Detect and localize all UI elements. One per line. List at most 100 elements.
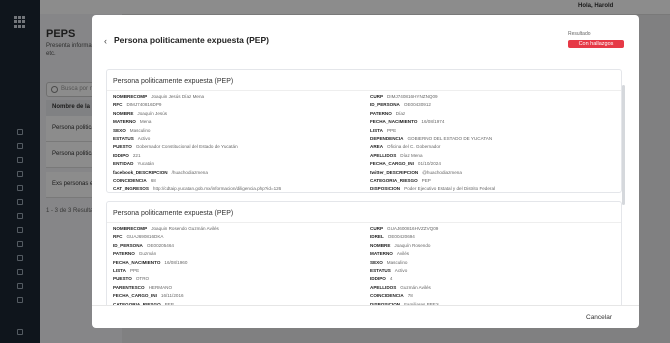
cancel-button[interactable]: Cancelar bbox=[586, 314, 612, 321]
field-row: PUESTO Gobernador Constitucional del Esta… bbox=[113, 144, 238, 150]
field-row: facebook_DESCRIPCION/huachodiazmena bbox=[113, 170, 208, 176]
field-key: FECHA_CARGO_INI bbox=[370, 161, 414, 167]
field-key: RFC bbox=[113, 102, 123, 108]
field-key: CATEGORIA_RIESGO bbox=[370, 178, 418, 183]
field-value: Oficina del C. Gobernador bbox=[387, 144, 441, 150]
field-value: Joaquín Jesús bbox=[137, 110, 168, 116]
field-key: APELLIDOS bbox=[370, 152, 397, 158]
field-row: FECHA_CARGO_INI 01/10/2024 bbox=[370, 161, 441, 167]
field-row: DISPOSICION Poder Ejecutivo Estatal y del… bbox=[370, 186, 495, 192]
field-row: CURP DIMJ740816HYNZNQ09 bbox=[370, 94, 438, 100]
field-row: LISTA PPE bbox=[370, 128, 396, 134]
field-row: PATERNO Guzmán bbox=[113, 251, 156, 257]
field-value: OE00430912 bbox=[403, 102, 431, 108]
field-row: IDREL OE00420694 bbox=[370, 234, 415, 240]
field-value: GOBIERNO DEL ESTADO DE YUCATAN bbox=[407, 136, 493, 141]
field-row: IDDIPO 4 bbox=[370, 276, 392, 282]
field-value: @huachodiazmena bbox=[422, 169, 462, 175]
field-key: PUESTO bbox=[113, 144, 132, 150]
field-row: CURP GUAJ600816HVZZVQ09 bbox=[370, 226, 438, 232]
field-value: 221 bbox=[132, 152, 141, 158]
field-value: Avilés bbox=[396, 251, 410, 257]
card-title: Persona politicamente expuesta (PEP) bbox=[113, 210, 234, 217]
field-value: Poder Ejecutivo Estatal y del Distrito F… bbox=[404, 186, 496, 192]
field-key: FECHA_CARGO_INI bbox=[113, 293, 157, 299]
back-arrow-icon[interactable]: ‹ bbox=[104, 36, 107, 46]
field-value: Joaquín Rosendo bbox=[394, 242, 431, 248]
field-key: COINCIDENCIA bbox=[113, 178, 147, 183]
field-key: CAT_INGRESOS bbox=[113, 186, 149, 192]
field-value: Joaquin Rosendo Guzmán Avilés bbox=[151, 226, 219, 231]
card-divider bbox=[107, 90, 621, 91]
field-value: Activo bbox=[137, 136, 151, 141]
field-row: CATEGORIA_RIESGO PEP bbox=[370, 178, 431, 184]
field-row: NOMBRECOMP Joaquin Jesús Díaz Mena bbox=[113, 94, 204, 100]
field-value: Mena bbox=[139, 119, 152, 125]
field-key: ESTATUS bbox=[113, 136, 134, 141]
field-key: RFC bbox=[113, 234, 123, 240]
field-row: SEXO Masculino bbox=[370, 260, 407, 266]
field-key: LISTA bbox=[113, 268, 126, 273]
field-key: PUESTO bbox=[113, 276, 132, 282]
field-key: IDREL bbox=[370, 234, 384, 240]
field-value: PPE bbox=[129, 268, 140, 273]
field-row: PARENTESCO HERMANO bbox=[113, 285, 172, 291]
field-value: 78 bbox=[407, 293, 413, 299]
field-key: NOMBRECOMP bbox=[113, 226, 148, 231]
field-key: MATERNO bbox=[370, 251, 393, 257]
field-row: IDDIPO 221 bbox=[113, 153, 141, 159]
pep-card: Persona politicamente expuesta (PEP) NOM… bbox=[106, 69, 622, 193]
field-key: SEXO bbox=[113, 127, 126, 133]
field-row: APELLIDOS Guzmán Avilés bbox=[370, 285, 431, 291]
field-row: DEPENDENCIA GOBIERNO DEL ESTADO DE YUCATA… bbox=[370, 136, 492, 142]
field-key: PATERNO bbox=[370, 110, 392, 116]
pep-detail-modal: ‹ Persona politicamente expuesta (PEP) R… bbox=[92, 15, 639, 328]
field-key: DEPENDENCIA bbox=[370, 136, 404, 141]
field-value: HERMANO bbox=[148, 284, 173, 290]
field-value: OE00420694 bbox=[387, 234, 415, 240]
field-row: ENTIDAD Yucatán bbox=[113, 161, 154, 167]
field-value: Masculino bbox=[386, 259, 408, 265]
field-row: NOMBRE Joaquín Rosendo bbox=[370, 243, 430, 249]
field-value: Joaquin Jesús Díaz Mena bbox=[151, 94, 205, 99]
field-value: 16/11/2016 bbox=[160, 293, 184, 299]
field-key: NOMBRECOMP bbox=[113, 94, 148, 99]
field-row: ESTATUS Activo bbox=[113, 136, 150, 142]
field-key: IDDIPO bbox=[113, 152, 129, 158]
field-value: DIMJ740816HYNZNQ09 bbox=[387, 94, 438, 99]
field-key: IDDIPO bbox=[370, 276, 386, 282]
results-scroll-area[interactable]: Persona politicamente expuesta (PEP) NOM… bbox=[92, 67, 639, 305]
result-label: Resultado bbox=[568, 31, 591, 37]
field-value: OTRO bbox=[135, 276, 150, 282]
field-value: 01/10/2024 bbox=[417, 161, 441, 167]
field-value: Díaz Mena bbox=[400, 152, 423, 158]
field-value: PPE bbox=[386, 127, 397, 133]
field-row: LISTA PPE bbox=[113, 268, 139, 274]
field-row: MATERNO Mena bbox=[113, 119, 151, 125]
field-value: Masculino bbox=[129, 127, 151, 133]
result-badge: Con hallazgos bbox=[568, 40, 624, 48]
field-key: FECHA_NACIMIENTO bbox=[370, 119, 418, 125]
field-key: CURP bbox=[370, 94, 384, 99]
modal-footer: Cancelar bbox=[92, 305, 639, 328]
field-value: 68 bbox=[150, 178, 156, 183]
card-title: Persona politicamente expuesta (PEP) bbox=[113, 78, 234, 85]
modal-header: ‹ Persona politicamente expuesta (PEP) R… bbox=[92, 15, 639, 67]
scrollbar[interactable] bbox=[622, 85, 625, 205]
field-key: ID_PERSONA bbox=[113, 242, 143, 248]
field-row: PUESTO OTRO bbox=[113, 276, 149, 282]
field-value: GUAJ600816HVZZVQ09 bbox=[387, 226, 439, 231]
field-row: FECHA_CARGO_INI 16/11/2016 bbox=[113, 293, 184, 299]
field-key: ID_PERSONA bbox=[370, 102, 400, 108]
field-row: COINCIDENCIA 68 bbox=[113, 178, 156, 184]
field-key: twitter_DESCRIPCION bbox=[370, 169, 419, 175]
field-key: NOMBRE bbox=[113, 110, 134, 116]
field-value: DIMJ740816DP9 bbox=[126, 102, 162, 108]
field-key: AREA bbox=[370, 144, 384, 150]
field-row: APELLIDOS Díaz Mena bbox=[370, 153, 423, 159]
field-value: GUAJ690816DKA bbox=[126, 234, 164, 240]
field-key: DISPOSICION bbox=[370, 186, 401, 192]
field-value: Yucatán bbox=[137, 161, 155, 167]
field-row: ID_PERSONA OE00430912 bbox=[370, 102, 431, 108]
field-key: LISTA bbox=[370, 127, 383, 133]
